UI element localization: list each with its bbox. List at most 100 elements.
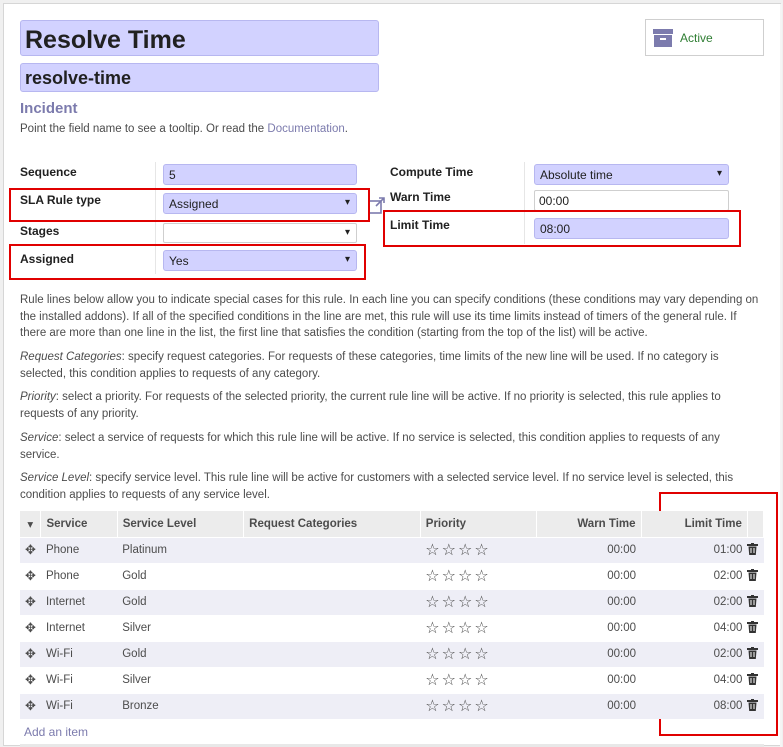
cell-warn-time[interactable]: 00:00 [536, 562, 642, 589]
rule-lines-table: ▾ Service Service Level Request Categori… [20, 511, 765, 719]
cell-service-level[interactable]: Gold [117, 588, 244, 615]
table-row[interactable]: ✥ Wi-Fi Gold ☆☆☆☆ 00:00 02:00 [20, 640, 764, 667]
drag-handle-icon[interactable]: ✥ [20, 692, 41, 719]
sequence-label: Sequence [20, 165, 77, 179]
column-header-limit-time[interactable]: Limit Time [641, 511, 748, 537]
priority-stars[interactable]: ☆☆☆☆ [420, 614, 537, 641]
warn-time-input[interactable]: 00:00 [534, 190, 729, 211]
table-row[interactable]: ✥ Phone Platinum ☆☆☆☆ 00:00 01:00 [20, 536, 764, 563]
drag-handle-icon[interactable]: ✥ [20, 588, 41, 615]
scroll-rail [780, 4, 782, 747]
help-text: : select a service of requests for which… [20, 432, 720, 461]
priority-stars[interactable]: ☆☆☆☆ [420, 666, 537, 693]
stages-select[interactable]: ▾ [163, 223, 357, 243]
annotation-box [9, 244, 366, 280]
sequence-input[interactable]: 5 [163, 164, 357, 185]
trash-icon[interactable] [747, 640, 764, 667]
priority-stars[interactable]: ☆☆☆☆ [420, 588, 537, 615]
column-header-warn-time[interactable]: Warn Time [536, 511, 642, 537]
compute-time-label: Compute Time [390, 165, 474, 179]
cell-service[interactable]: Internet [40, 614, 118, 641]
cell-request-categories[interactable] [243, 640, 421, 667]
drag-handle-icon[interactable]: ✥ [20, 536, 41, 563]
compute-time-select[interactable]: Absolute time ▾ [534, 164, 729, 185]
drag-handle-icon[interactable]: ✥ [20, 640, 41, 667]
trash-icon[interactable] [747, 666, 764, 693]
cell-service-level[interactable]: Platinum [117, 536, 244, 563]
code-field[interactable]: resolve-time [20, 63, 379, 92]
add-item-link[interactable]: Add an item [24, 725, 88, 739]
drag-handle-icon[interactable]: ✥ [20, 666, 41, 693]
column-header-priority[interactable]: Priority [420, 511, 538, 537]
cell-service-level[interactable]: Silver [117, 666, 244, 693]
cell-limit-time[interactable]: 01:00 [641, 536, 748, 563]
cell-warn-time[interactable]: 00:00 [536, 692, 642, 719]
priority-stars[interactable]: ☆☆☆☆ [420, 562, 537, 589]
hint-text-end: . [344, 123, 348, 135]
cell-request-categories[interactable] [243, 614, 421, 641]
title-field[interactable]: Resolve Time [20, 20, 379, 56]
sort-toggle[interactable]: ▾ [20, 511, 42, 537]
cell-request-categories[interactable] [243, 692, 421, 719]
cell-warn-time[interactable]: 00:00 [536, 640, 642, 667]
help-text: : select a priority. For requests of the… [20, 391, 721, 420]
help-term: Service Level [20, 472, 90, 484]
cell-limit-time[interactable]: 02:00 [641, 640, 748, 667]
cell-warn-time[interactable]: 00:00 [536, 536, 642, 563]
help-text: : specify request categories. For reques… [20, 351, 719, 380]
cell-warn-time[interactable]: 00:00 [536, 614, 642, 641]
active-label: Active [680, 30, 713, 45]
cell-limit-time[interactable]: 04:00 [641, 666, 748, 693]
priority-stars[interactable]: ☆☆☆☆ [420, 536, 537, 563]
cell-request-categories[interactable] [243, 588, 421, 615]
cell-service-level[interactable]: Gold [117, 640, 244, 667]
drag-handle-icon[interactable]: ✥ [20, 562, 41, 589]
table-row[interactable]: ✥ Phone Gold ☆☆☆☆ 00:00 02:00 [20, 562, 764, 589]
trash-icon[interactable] [747, 562, 764, 589]
trash-icon[interactable] [747, 588, 764, 615]
active-toggle-button[interactable]: Active [645, 19, 764, 56]
help-term: Priority [20, 391, 56, 403]
cell-request-categories[interactable] [243, 536, 421, 563]
cell-request-categories[interactable] [243, 666, 421, 693]
annotation-box [383, 210, 741, 247]
cell-warn-time[interactable]: 00:00 [536, 588, 642, 615]
cell-limit-time[interactable]: 04:00 [641, 614, 748, 641]
column-header-service[interactable]: Service [40, 511, 118, 537]
cell-service[interactable]: Wi-Fi [40, 666, 118, 693]
cell-warn-time[interactable]: 00:00 [536, 666, 642, 693]
priority-stars[interactable]: ☆☆☆☆ [420, 692, 537, 719]
cell-limit-time[interactable]: 02:00 [641, 562, 748, 589]
help-service: Service: select a service of requests fo… [20, 430, 762, 463]
form-sheet: Resolve Time resolve-time Incident Point… [3, 3, 782, 747]
archive-icon [653, 28, 673, 47]
cell-limit-time[interactable]: 08:00 [641, 692, 748, 719]
table-row[interactable]: ✥ Wi-Fi Silver ☆☆☆☆ 00:00 04:00 [20, 666, 764, 693]
table-row[interactable]: ✥ Wi-Fi Bronze ☆☆☆☆ 00:00 08:00 [20, 692, 764, 719]
documentation-link[interactable]: Documentation [267, 123, 344, 135]
trash-icon[interactable] [747, 614, 764, 641]
cell-service-level[interactable]: Bronze [117, 692, 244, 719]
column-header-request-categories[interactable]: Request Categories [243, 511, 421, 537]
cell-service[interactable]: Phone [40, 562, 118, 589]
table-row[interactable]: ✥ Internet Gold ☆☆☆☆ 00:00 02:00 [20, 588, 764, 615]
help-intro: Rule lines below allow you to indicate s… [20, 294, 759, 339]
cell-request-categories[interactable] [243, 562, 421, 589]
table-row[interactable]: ✥ Internet Silver ☆☆☆☆ 00:00 04:00 [20, 614, 764, 641]
cell-service[interactable]: Wi-Fi [40, 692, 118, 719]
cell-limit-time[interactable]: 02:00 [641, 588, 748, 615]
cell-service-level[interactable]: Gold [117, 562, 244, 589]
compute-time-value: Absolute time [540, 168, 613, 182]
cell-service[interactable]: Wi-Fi [40, 640, 118, 667]
trash-icon[interactable] [747, 536, 764, 563]
cell-service[interactable]: Internet [40, 588, 118, 615]
trash-icon[interactable] [747, 692, 764, 719]
column-header-service-level[interactable]: Service Level [117, 511, 245, 537]
priority-stars[interactable]: ☆☆☆☆ [420, 640, 537, 667]
cell-service[interactable]: Phone [40, 536, 118, 563]
table-header-row: ▾ Service Service Level Request Categori… [20, 511, 765, 537]
drag-handle-icon[interactable]: ✥ [20, 614, 41, 641]
chevron-down-icon: ▾ [716, 168, 722, 179]
cell-service-level[interactable]: Silver [117, 614, 244, 641]
help-service-level: Service Level: specify service level. Th… [20, 470, 762, 503]
